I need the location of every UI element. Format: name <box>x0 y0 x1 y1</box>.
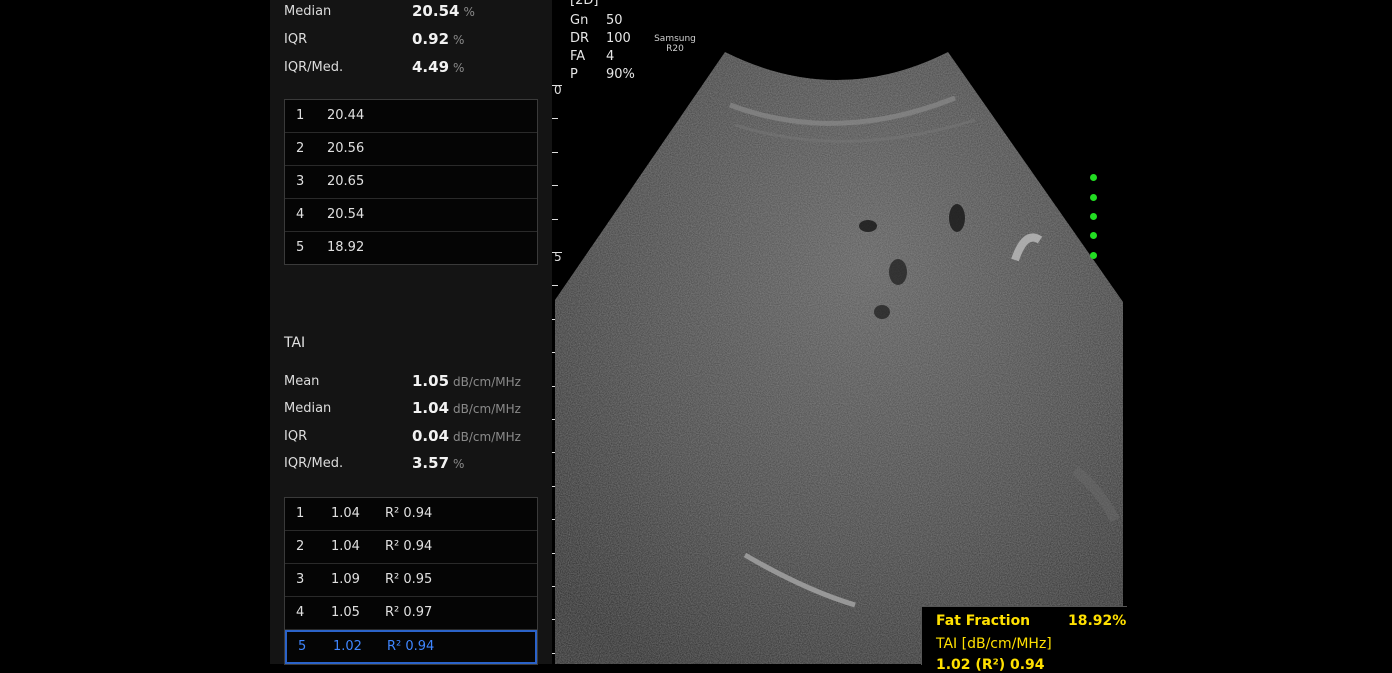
ff-measurement-row[interactable]: 2 20.56 <box>285 133 537 166</box>
brand-name: Samsung <box>654 34 696 44</box>
ff-stat-iqr: IQR 0.92% <box>284 30 544 56</box>
focus-dot-icon <box>1090 194 1097 201</box>
tai-measurement-table: 1 1.04 R² 0.94 2 1.04 R² 0.94 3 1.09 R² … <box>284 497 538 665</box>
tai-result-label: TAI [dB/cm/MHz] <box>936 636 1052 652</box>
row-index: 3 <box>296 572 305 587</box>
stat-label: IQR <box>284 429 308 444</box>
tai-measurement-row[interactable]: 2 1.04 R² 0.94 <box>285 531 537 564</box>
tai-stat-mean: Mean 1.05 dB/cm/MHz <box>284 372 544 398</box>
row-index: 2 <box>296 141 305 156</box>
row-value: 1.09 <box>331 572 360 587</box>
stat-label: IQR/Med. <box>284 60 344 75</box>
row-value: 1.05 <box>331 605 360 620</box>
row-index: 3 <box>296 174 305 189</box>
focus-dot-icon <box>1090 174 1097 181</box>
scan-mode: [2D] <box>570 0 599 8</box>
row-r2: R² 0.95 <box>385 572 433 587</box>
ff-measurement-table: 1 20.44 2 20.56 3 20.65 4 20.54 5 18.92 <box>284 99 538 265</box>
tai-stat-median: Median 1.04 dB/cm/MHz <box>284 399 544 425</box>
row-r2: R² 0.94 <box>387 639 435 654</box>
ultrasound-sector <box>555 52 1123 664</box>
ff-measurement-row[interactable]: 5 18.92 <box>285 232 537 264</box>
stat-label: IQR/Med. <box>284 456 344 471</box>
focus-dot-icon <box>1090 232 1097 239</box>
focus-dot-icon <box>1090 252 1097 259</box>
tai-stat-iqr: IQR 0.04 dB/cm/MHz <box>284 427 544 453</box>
row-value: 20.56 <box>327 141 365 156</box>
row-value: 20.44 <box>327 108 365 123</box>
tai-measurement-row[interactable]: 3 1.09 R² 0.95 <box>285 564 537 597</box>
ff-stat-iqr-med: IQR/Med. 4.49% <box>284 58 544 84</box>
tai-measurement-row-selected[interactable]: 5 1.02 R² 0.94 <box>285 630 537 664</box>
tai-measurement-row[interactable]: 1 1.04 R² 0.94 <box>285 498 537 531</box>
stat-label: IQR <box>284 32 308 47</box>
stat-value: 4.49% <box>412 58 465 76</box>
stat-label: Mean <box>284 374 320 389</box>
row-value: 20.65 <box>327 174 365 189</box>
row-r2: R² 0.94 <box>385 539 433 554</box>
tai-result-partial: 1.02 (R²) 0.94 <box>936 657 1045 673</box>
row-index: 5 <box>298 639 307 654</box>
stat-value: 1.05 dB/cm/MHz <box>412 372 521 390</box>
stat-label: Median <box>284 401 332 416</box>
ff-measurement-row[interactable]: 4 20.54 <box>285 199 537 232</box>
tai-section-title: TAI <box>284 335 306 351</box>
row-index: 1 <box>296 108 305 123</box>
row-value: 1.04 <box>331 539 360 554</box>
stat-value: 3.57% <box>412 454 465 472</box>
stat-value: 20.54% <box>412 2 475 20</box>
ff-measurement-row[interactable]: 1 20.44 <box>285 100 537 133</box>
row-value: 18.92 <box>327 240 365 255</box>
tai-stat-iqr-med: IQR/Med. 3.57% <box>284 454 544 480</box>
stat-value: 0.92% <box>412 30 465 48</box>
row-value: 20.54 <box>327 207 365 222</box>
focus-dot-icon <box>1090 213 1097 220</box>
row-index: 2 <box>296 539 305 554</box>
result-overlay: Fat Fraction 18.92% TAI [dB/cm/MHz] 1.02… <box>921 606 1127 673</box>
ultrasound-image <box>555 52 1123 664</box>
stat-value: 0.04 dB/cm/MHz <box>412 427 521 445</box>
row-index: 4 <box>296 605 305 620</box>
row-value: 1.04 <box>331 506 360 521</box>
ff-measurement-row[interactable]: 3 20.65 <box>285 166 537 199</box>
row-index: 1 <box>296 506 305 521</box>
stat-value: 1.04 dB/cm/MHz <box>412 399 521 417</box>
row-index: 4 <box>296 207 305 222</box>
tai-measurement-row[interactable]: 4 1.05 R² 0.97 <box>285 597 537 630</box>
ff-stat-median: Median 20.54% <box>284 2 544 28</box>
stat-label: Median <box>284 4 332 19</box>
fat-fraction-result: Fat Fraction 18.92% <box>936 613 1127 629</box>
row-r2: R² 0.97 <box>385 605 433 620</box>
row-index: 5 <box>296 240 305 255</box>
row-r2: R² 0.94 <box>385 506 433 521</box>
measurement-panel: Median 20.54% IQR 0.92% IQR/Med. 4.49% 1… <box>270 0 552 665</box>
row-value: 1.02 <box>333 639 362 654</box>
